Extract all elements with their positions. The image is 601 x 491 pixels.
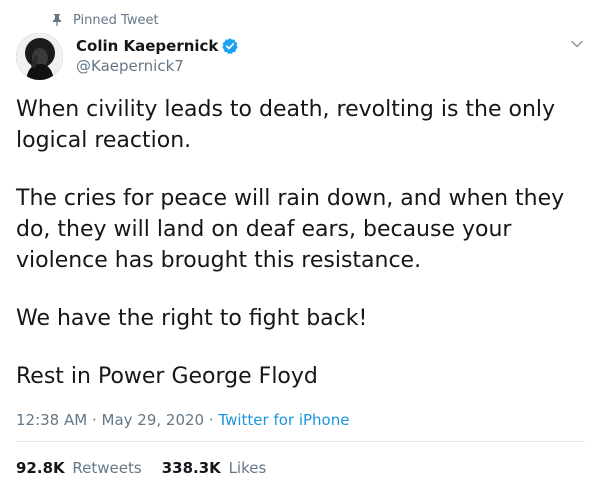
tweet-time[interactable]: 12:38 AM [16, 411, 87, 429]
pin-icon [52, 14, 62, 26]
likes-stat[interactable]: 338.3K Likes [162, 457, 267, 479]
tweet-text: When civility leads to death, revolting … [16, 94, 582, 419]
tweet-source-link[interactable]: Twitter for iPhone [218, 411, 349, 429]
author-name[interactable]: Colin Kaepernick [76, 37, 218, 55]
tweet-paragraph: Rest in Power George Floyd [16, 364, 318, 389]
tweet-stats: 92.8K Retweets 338.3K Likes [16, 457, 266, 479]
likes-label: Likes [228, 459, 267, 477]
pinned-label: Pinned Tweet [73, 12, 159, 28]
tweet-paragraph: The cries for peace will rain down, and … [16, 186, 565, 273]
tweet-date[interactable]: May 29, 2020 [102, 411, 205, 429]
tweet-metadata: 12:38 AM · May 29, 2020 · Twitter for iP… [16, 409, 349, 431]
meta-separator: · [204, 411, 219, 429]
avatar[interactable] [16, 33, 63, 80]
avatar-image [16, 33, 63, 80]
retweets-label: Retweets [72, 459, 142, 477]
likes-count: 338.3K [161, 459, 221, 477]
retweets-stat[interactable]: 92.8K Retweets [16, 457, 142, 479]
author-handle[interactable]: @Kaepernick7 [76, 56, 239, 77]
tweet-author[interactable]: Colin Kaepernick @Kaepernick7 [76, 35, 239, 77]
tweet-paragraph: We have the right to fight back! [16, 306, 368, 331]
tweet-paragraph: When civility leads to death, revolting … [16, 97, 556, 153]
retweets-count: 92.8K [16, 459, 65, 477]
chevron-down-icon[interactable] [569, 36, 585, 52]
verified-badge-icon [222, 37, 239, 54]
pinned-tweet-indicator: Pinned Tweet [50, 10, 159, 30]
meta-separator: · [87, 411, 102, 429]
divider [16, 441, 585, 442]
